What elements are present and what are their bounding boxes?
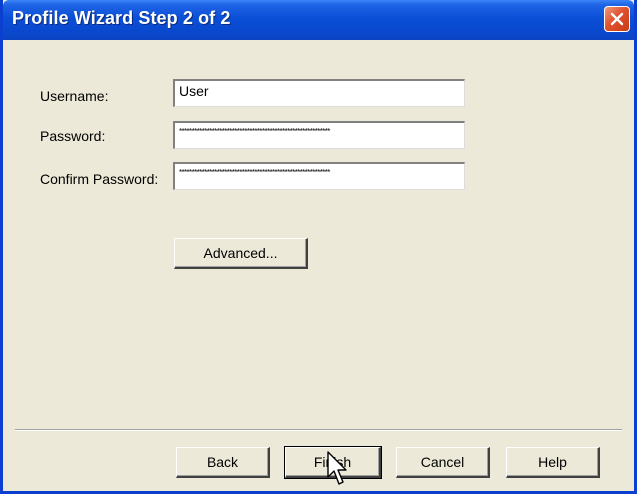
confirm-password-field[interactable]: ****************************************… <box>173 162 465 190</box>
close-x-icon <box>610 12 624 26</box>
username-field[interactable]: User <box>173 79 465 107</box>
separator <box>15 429 622 431</box>
window-title: Profile Wizard Step 2 of 2 <box>12 8 231 28</box>
pointer-arrow-icon <box>327 451 347 485</box>
advanced-button[interactable]: Advanced... <box>174 238 308 269</box>
password-label: Password: <box>40 128 106 144</box>
cancel-button[interactable]: Cancel <box>396 447 490 478</box>
username-label: Username: <box>40 88 109 104</box>
help-button[interactable]: Help <box>506 447 600 478</box>
password-field[interactable]: ****************************************… <box>173 121 465 149</box>
confirm-password-label: Confirm Password: <box>40 171 159 187</box>
back-button[interactable]: Back <box>176 447 270 478</box>
profile-wizard-dialog: Profile Wizard Step 2 of 2 Username: Use… <box>0 0 637 494</box>
close-button[interactable] <box>604 6 630 32</box>
title-bar[interactable]: Profile Wizard Step 2 of 2 <box>3 0 634 40</box>
